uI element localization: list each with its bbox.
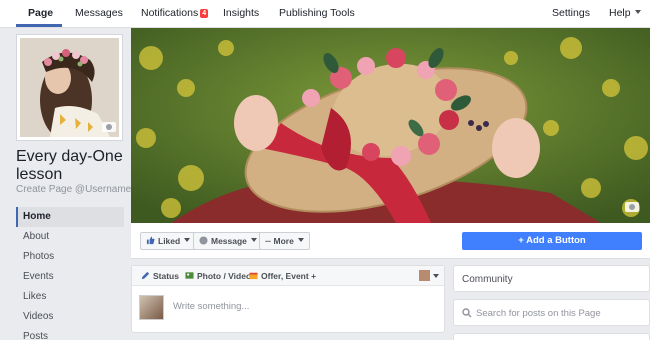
avatar	[139, 295, 164, 320]
composer-tabs: Status Photo / Video Offer, Event +	[132, 266, 444, 286]
offer-icon	[249, 272, 258, 280]
composer-tab-status[interactable]: Status	[141, 266, 179, 286]
ellipsis-icon: ···	[265, 236, 271, 246]
tab-page[interactable]: Page	[28, 0, 53, 27]
cover-camera-icon[interactable]	[625, 202, 639, 212]
page-left-nav: Home About Photos Events Likes Videos Po…	[16, 207, 124, 340]
left-nav-item-photos[interactable]: Photos	[16, 247, 124, 267]
left-nav-item-home[interactable]: Home	[16, 207, 124, 227]
left-nav-item-videos[interactable]: Videos	[16, 307, 124, 327]
cover-photo[interactable]	[131, 28, 650, 223]
photo-icon	[185, 272, 194, 279]
sidebar-next-card	[453, 333, 650, 340]
chevron-down-icon	[297, 238, 304, 242]
composer-tab-photo-video[interactable]: Photo / Video	[185, 266, 251, 286]
notification-badge: 4	[200, 9, 209, 18]
message-icon	[199, 236, 208, 245]
composer-tab-offer-event-label: Offer, Event +	[261, 271, 317, 281]
page-action-bar: Liked Message ··· More + Add a Button	[131, 223, 650, 259]
page-top-nav: Page Messages Notifications 4 Insights Pu…	[0, 0, 650, 28]
search-posts-input[interactable]: Search for posts on this Page	[476, 308, 601, 319]
write-something-input[interactable]: Write something...	[173, 301, 249, 312]
help-menu[interactable]: Help	[609, 0, 641, 27]
more-label: More	[273, 236, 294, 246]
settings-label: Settings	[552, 7, 590, 19]
left-nav-item-posts[interactable]: Posts	[16, 327, 124, 340]
page-title: Every day-One lesson	[16, 148, 123, 183]
tab-messages-label: Messages	[75, 7, 123, 19]
composer-tab-offer-event[interactable]: Offer, Event +	[249, 266, 316, 286]
add-a-button[interactable]: + Add a Button	[462, 232, 642, 250]
chevron-down-icon	[634, 10, 641, 14]
tab-insights[interactable]: Insights	[223, 0, 259, 27]
tab-publishing-tools[interactable]: Publishing Tools	[279, 0, 355, 27]
create-username-link[interactable]: Create Page @Username	[16, 184, 131, 195]
camera-icon[interactable]	[102, 122, 116, 132]
community-box: Community	[453, 265, 650, 292]
thumbs-up-icon	[146, 236, 155, 245]
chevron-down-icon	[184, 238, 191, 242]
pencil-icon	[141, 271, 150, 280]
profile-photo	[20, 38, 119, 137]
message-button[interactable]: Message	[193, 232, 263, 250]
post-as-avatar[interactable]	[419, 270, 430, 281]
message-label: Message	[211, 236, 247, 246]
tab-notifications[interactable]: Notifications 4	[141, 0, 209, 27]
left-nav-item-events[interactable]: Events	[16, 267, 124, 287]
tab-messages[interactable]: Messages	[75, 0, 123, 27]
profile-picture[interactable]	[16, 34, 123, 141]
chevron-down-icon	[250, 238, 257, 242]
settings-link[interactable]: Settings	[552, 0, 590, 27]
liked-button[interactable]: Liked	[140, 232, 197, 250]
chevron-down-icon[interactable]	[433, 274, 439, 278]
tab-notifications-label: Notifications	[141, 7, 199, 19]
search-icon	[462, 308, 472, 318]
tab-insights-label: Insights	[223, 7, 260, 19]
search-posts-box[interactable]: Search for posts on this Page	[453, 299, 650, 326]
active-tab-indicator	[16, 24, 62, 27]
composer-tab-photo-video-label: Photo / Video	[197, 271, 252, 281]
post-composer: Status Photo / Video Offer, Event + Writ…	[131, 265, 445, 333]
help-label: Help	[609, 7, 631, 19]
more-button[interactable]: ··· More	[259, 232, 310, 250]
community-title: Community	[462, 274, 513, 285]
left-nav-item-likes[interactable]: Likes	[16, 287, 124, 307]
tab-page-label: Page	[28, 7, 54, 19]
composer-tab-status-label: Status	[153, 271, 179, 281]
liked-label: Liked	[158, 236, 181, 246]
left-nav-item-about[interactable]: About	[16, 227, 124, 247]
tab-publishing-tools-label: Publishing Tools	[279, 7, 355, 19]
